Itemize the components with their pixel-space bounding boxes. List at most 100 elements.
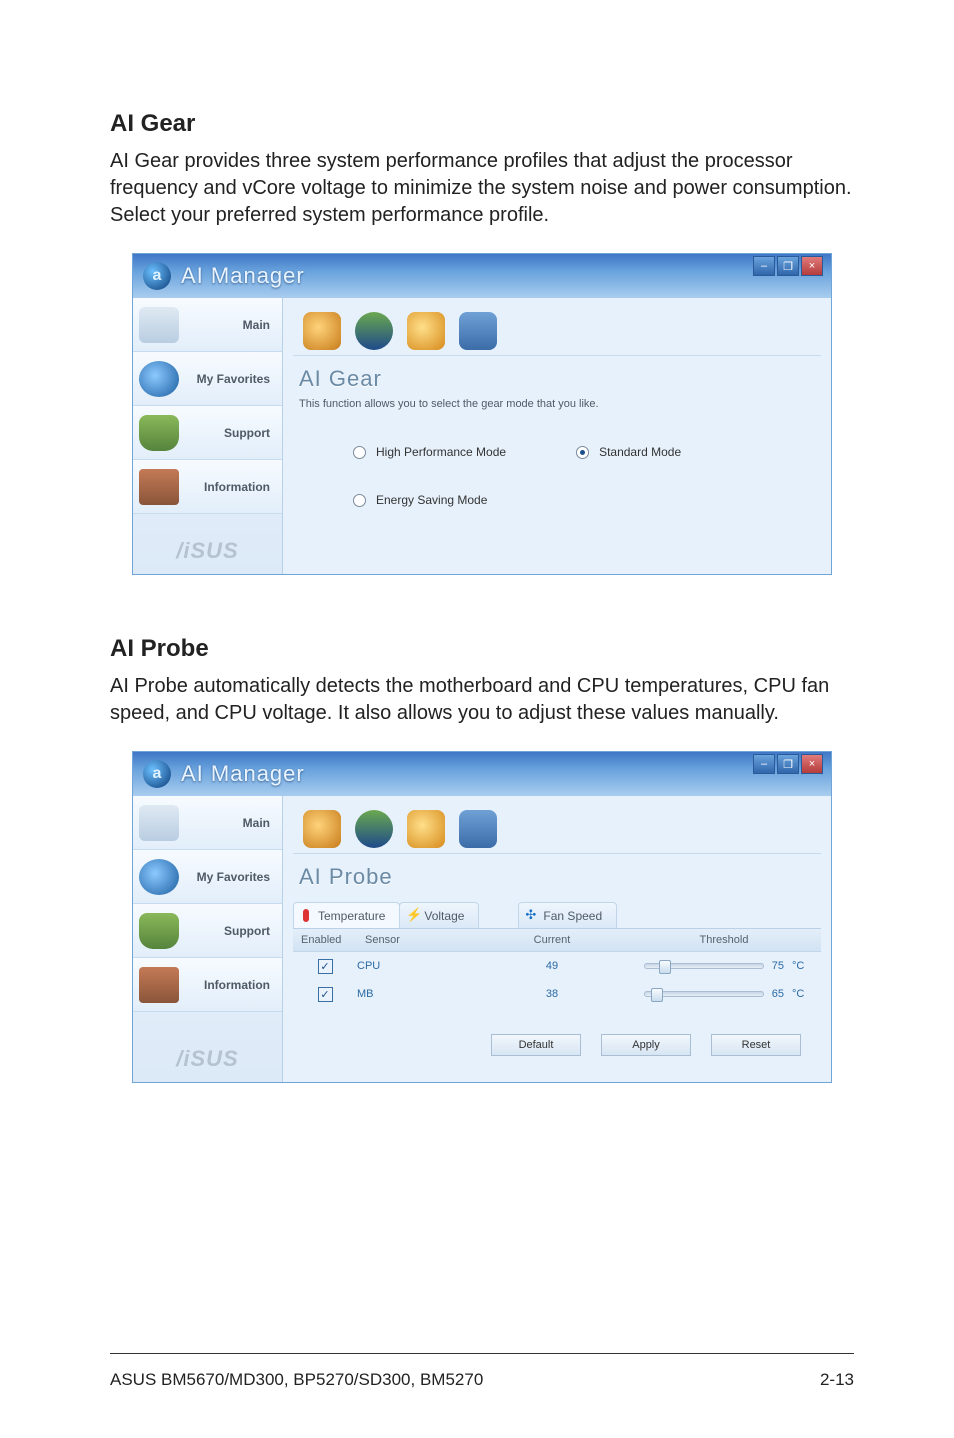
section-heading-ai-probe: AI Probe — [110, 635, 854, 663]
sidebar-item-label: Support — [224, 426, 270, 440]
sensor-name: MB — [357, 988, 477, 1000]
sidebar: Main My Favorites Support Information /i… — [133, 796, 283, 1082]
column-current: Current — [477, 929, 627, 951]
sidebar-item-label: Information — [204, 978, 270, 992]
toolbar-icon-1[interactable] — [303, 810, 341, 848]
window-titlebar[interactable]: a AI Manager – ❐ × — [133, 752, 831, 796]
threshold-value: 75 — [772, 960, 784, 972]
tab-temperature[interactable]: Temperature — [293, 902, 400, 928]
toolbar — [293, 804, 821, 854]
radio-dot-icon — [353, 494, 366, 507]
column-enabled: Enabled — [293, 929, 357, 951]
sidebar-item-label: Support — [224, 924, 270, 938]
radio-dot-icon — [353, 446, 366, 459]
enable-checkbox[interactable]: ✓ — [318, 959, 333, 974]
threshold-value: 65 — [772, 988, 784, 1000]
current-value: 49 — [477, 960, 627, 972]
support-icon — [139, 913, 179, 949]
window-maximize-button[interactable]: ❐ — [777, 754, 799, 774]
sidebar-item-main[interactable]: Main — [133, 298, 282, 352]
toolbar-icon-3[interactable] — [407, 312, 445, 350]
content-panel: AI Probe Temperature ⚡ Voltage ✣ Fan Spe… — [283, 796, 831, 1082]
window-minimize-button[interactable]: – — [753, 754, 775, 774]
sidebar-item-label: Main — [243, 318, 270, 332]
tab-fan-speed[interactable]: ✣ Fan Speed — [518, 902, 617, 928]
panel-description: This function allows you to select the g… — [293, 398, 821, 428]
sidebar-item-favorites[interactable]: My Favorites — [133, 352, 282, 406]
enable-checkbox[interactable]: ✓ — [318, 987, 333, 1002]
sidebar-item-label: Main — [243, 816, 270, 830]
app-title: AI Manager — [181, 761, 305, 787]
sidebar-item-information[interactable]: Information — [133, 958, 282, 1012]
screenshot-ai-probe: a AI Manager – ❐ × Main My Favorites — [132, 751, 832, 1083]
current-value: 38 — [477, 988, 627, 1000]
toolbar-icon-1[interactable] — [303, 312, 341, 350]
sidebar-item-main[interactable]: Main — [133, 796, 282, 850]
support-icon — [139, 415, 179, 451]
section-desc-ai-gear: AI Gear provides three system performanc… — [110, 148, 854, 229]
sensor-name: CPU — [357, 960, 477, 972]
radio-high-performance[interactable]: High Performance Mode — [353, 445, 506, 459]
toolbar-icon-2[interactable] — [355, 312, 393, 350]
section-desc-ai-probe: AI Probe automatically detects the mothe… — [110, 673, 854, 727]
window-titlebar[interactable]: a AI Manager – ❐ × — [133, 254, 831, 298]
app-logo-icon: a — [143, 262, 171, 290]
sidebar: Main My Favorites Support Information /i… — [133, 298, 283, 574]
column-threshold: Threshold — [627, 929, 821, 951]
tab-label: Voltage — [424, 909, 464, 923]
tab-label: Temperature — [318, 909, 385, 923]
sidebar-item-support[interactable]: Support — [133, 904, 282, 958]
radio-standard-mode[interactable]: Standard Mode — [576, 445, 681, 459]
radio-energy-saving[interactable]: Energy Saving Mode — [353, 493, 487, 507]
page-footer: ASUS BM5670/MD300, BP5270/SD300, BM5270 … — [110, 1353, 854, 1390]
footer-product: ASUS BM5670/MD300, BP5270/SD300, BM5270 — [110, 1370, 483, 1390]
screenshot-ai-gear: a AI Manager – ❐ × Main My Favorites — [132, 253, 832, 575]
favorites-icon — [139, 859, 179, 895]
threshold-slider[interactable] — [644, 963, 764, 969]
sidebar-item-label: My Favorites — [197, 870, 270, 884]
main-icon — [139, 805, 179, 841]
reset-button[interactable]: Reset — [711, 1034, 801, 1056]
default-button[interactable]: Default — [491, 1034, 581, 1056]
sidebar-item-support[interactable]: Support — [133, 406, 282, 460]
app-title: AI Manager — [181, 263, 305, 289]
panel-title: AI Probe — [293, 854, 821, 896]
toolbar-icon-2[interactable] — [355, 810, 393, 848]
information-icon — [139, 469, 179, 505]
threshold-slider[interactable] — [644, 991, 764, 997]
window-minimize-button[interactable]: – — [753, 256, 775, 276]
radio-label: High Performance Mode — [376, 445, 506, 459]
brand-logo: /iSUS — [133, 538, 282, 564]
radio-label: Standard Mode — [599, 445, 681, 459]
panel-title: AI Gear — [293, 356, 821, 398]
voltage-icon: ⚡ — [406, 907, 422, 923]
window-maximize-button[interactable]: ❐ — [777, 256, 799, 276]
radio-dot-selected-icon — [576, 446, 589, 459]
information-icon — [139, 967, 179, 1003]
sidebar-item-label: My Favorites — [197, 372, 270, 386]
content-panel: AI Gear This function allows you to sele… — [283, 298, 831, 574]
footer-page-number: 2-13 — [820, 1370, 854, 1390]
column-sensor: Sensor — [357, 929, 477, 951]
sidebar-item-information[interactable]: Information — [133, 460, 282, 514]
window-close-button[interactable]: × — [801, 256, 823, 276]
toolbar — [293, 306, 821, 356]
table-row: ✓MB3865°C — [293, 980, 821, 1008]
sidebar-item-favorites[interactable]: My Favorites — [133, 850, 282, 904]
brand-logo: /iSUS — [133, 1046, 282, 1072]
toolbar-icon-4[interactable] — [459, 810, 497, 848]
tab-voltage[interactable]: ⚡ Voltage — [399, 902, 479, 928]
main-icon — [139, 307, 179, 343]
tab-label: Fan Speed — [543, 909, 602, 923]
favorites-icon — [139, 361, 179, 397]
sidebar-item-label: Information — [204, 480, 270, 494]
unit-label: °C — [792, 960, 804, 972]
toolbar-icon-3[interactable] — [407, 810, 445, 848]
section-heading-ai-gear: AI Gear — [110, 110, 854, 138]
toolbar-icon-4[interactable] — [459, 312, 497, 350]
window-close-button[interactable]: × — [801, 754, 823, 774]
table-header: Enabled Sensor Current Threshold — [293, 929, 821, 952]
apply-button[interactable]: Apply — [601, 1034, 691, 1056]
fan-icon: ✣ — [525, 907, 536, 923]
table-row: ✓ CPU49 75 °C — [293, 952, 821, 980]
